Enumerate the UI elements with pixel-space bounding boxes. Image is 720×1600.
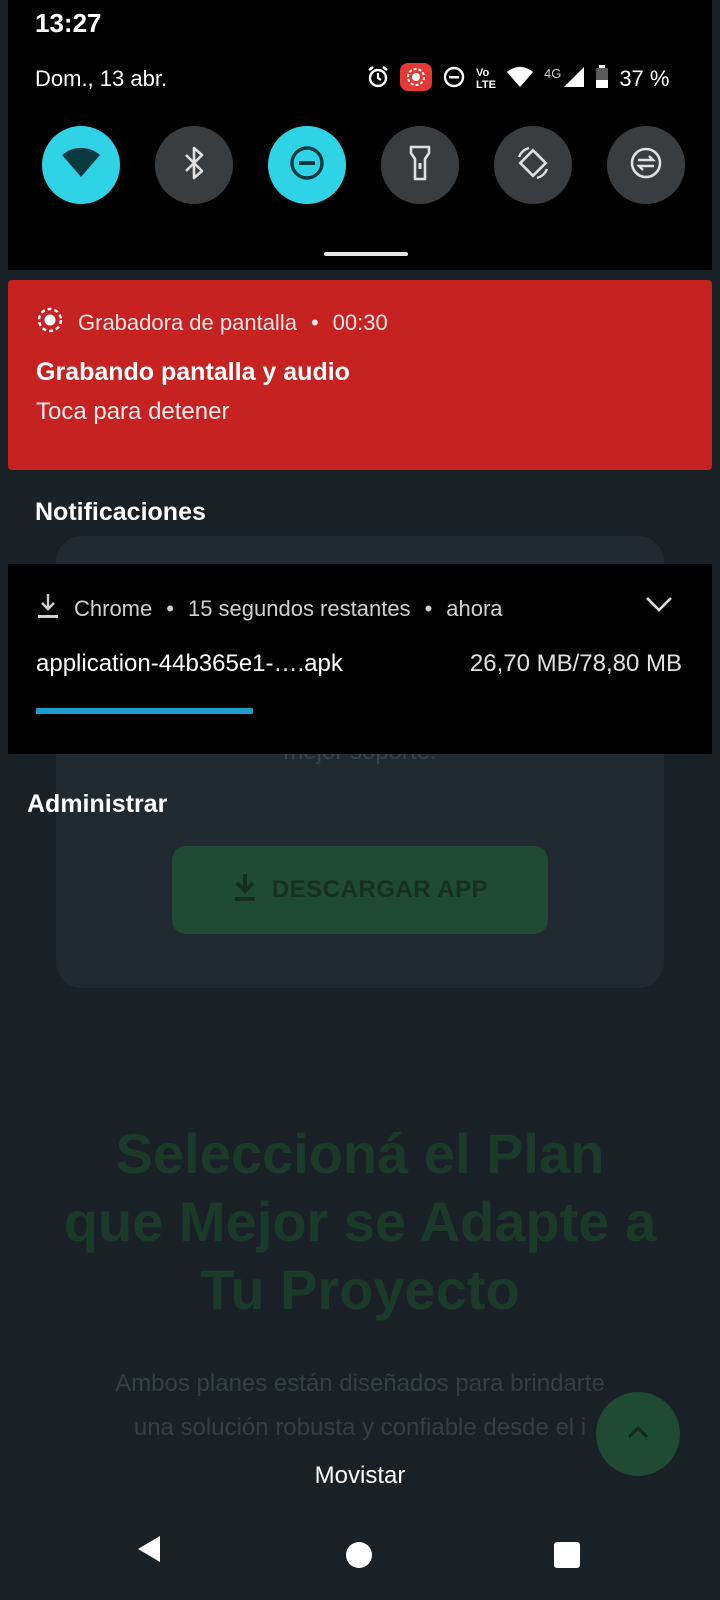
tile-auto-rotate[interactable] (494, 126, 572, 204)
header-separator: • (310, 310, 319, 335)
panel-drag-handle[interactable] (324, 252, 408, 256)
chevron-up-icon (626, 1424, 650, 1445)
bluetooth-icon (183, 146, 205, 185)
background-paragraph: Ambos planes están diseñados para brinda… (115, 1370, 605, 1441)
status-icons: Vo LTE 4G 37 % (366, 62, 670, 96)
status-time: 13:27 (35, 8, 102, 38)
recorder-notification-subtitle: Toca para detener (36, 398, 230, 425)
screen-recorder-notification[interactable]: Grabadora de pantalla • 00:30 Grabando p… (8, 280, 712, 470)
recorder-app-name: Grabadora de pantalla (78, 310, 297, 335)
recorder-elapsed-time: 00:30 (332, 310, 388, 335)
do-not-disturb-icon (289, 145, 325, 186)
data-saver-icon (628, 145, 664, 186)
auto-rotate-icon (515, 145, 551, 186)
download-notification-header: Chrome • 15 segundos restantes • ahora (36, 592, 503, 626)
quick-settings-date[interactable]: Dom., 13 abr. (35, 66, 167, 92)
chrome-download-notification[interactable]: Chrome • 15 segundos restantes • ahora a… (8, 564, 712, 754)
quick-settings-tiles (42, 126, 685, 204)
tile-wifi[interactable] (42, 126, 120, 204)
manage-notifications-button[interactable]: Administrar (27, 790, 167, 819)
screen-record-status-icon (400, 62, 432, 96)
back-icon[interactable] (136, 1534, 162, 1569)
network-type-label: 4G (543, 65, 562, 81)
download-progress-bar (36, 708, 253, 714)
recents-icon[interactable] (554, 1542, 580, 1568)
wifi-status-icon (506, 66, 534, 93)
header-separator: • (424, 596, 433, 621)
battery-percentage: 37 % (619, 66, 670, 91)
volte-icon: Vo LTE (476, 67, 496, 91)
carrier-name: Movistar (314, 1462, 406, 1489)
download-timestamp: ahora (446, 596, 503, 621)
background-headline: Seleccioná el Plan que Mejor se Adapte a… (63, 1122, 657, 1321)
download-app-name: Chrome (74, 596, 153, 621)
tile-do-not-disturb[interactable] (268, 126, 346, 204)
recorder-notification-title: Grabando pantalla y audio (36, 358, 350, 386)
notifications-section-title: Notificaciones (35, 498, 206, 526)
do-not-disturb-status-icon (442, 65, 466, 94)
tile-data-saver[interactable] (607, 126, 685, 204)
download-app-label: DESCARGAR APP (271, 876, 489, 903)
download-filename: application-44b365e1-….apk (36, 650, 343, 677)
alarm-icon (366, 65, 390, 94)
download-size-progress: 26,70 MB/78,80 MB (469, 650, 682, 677)
cell-signal-icon (563, 66, 585, 93)
home-icon[interactable] (346, 1542, 372, 1568)
tile-flashlight[interactable] (381, 126, 459, 204)
flashlight-icon (409, 145, 431, 186)
background-download-app-button: DESCARGAR APP (172, 846, 548, 934)
screen-record-icon (36, 306, 64, 340)
download-time-remaining: 15 segundos restantes (187, 596, 411, 621)
battery-icon (595, 64, 609, 94)
download-arrow-icon (36, 592, 60, 626)
tile-bluetooth[interactable] (155, 126, 233, 204)
header-separator: • (166, 596, 174, 621)
download-icon (232, 872, 258, 909)
expand-chevron-icon[interactable] (644, 594, 674, 619)
wifi-icon (61, 147, 101, 184)
recorder-notification-header: Grabadora de pantalla • 00:30 (36, 306, 388, 340)
